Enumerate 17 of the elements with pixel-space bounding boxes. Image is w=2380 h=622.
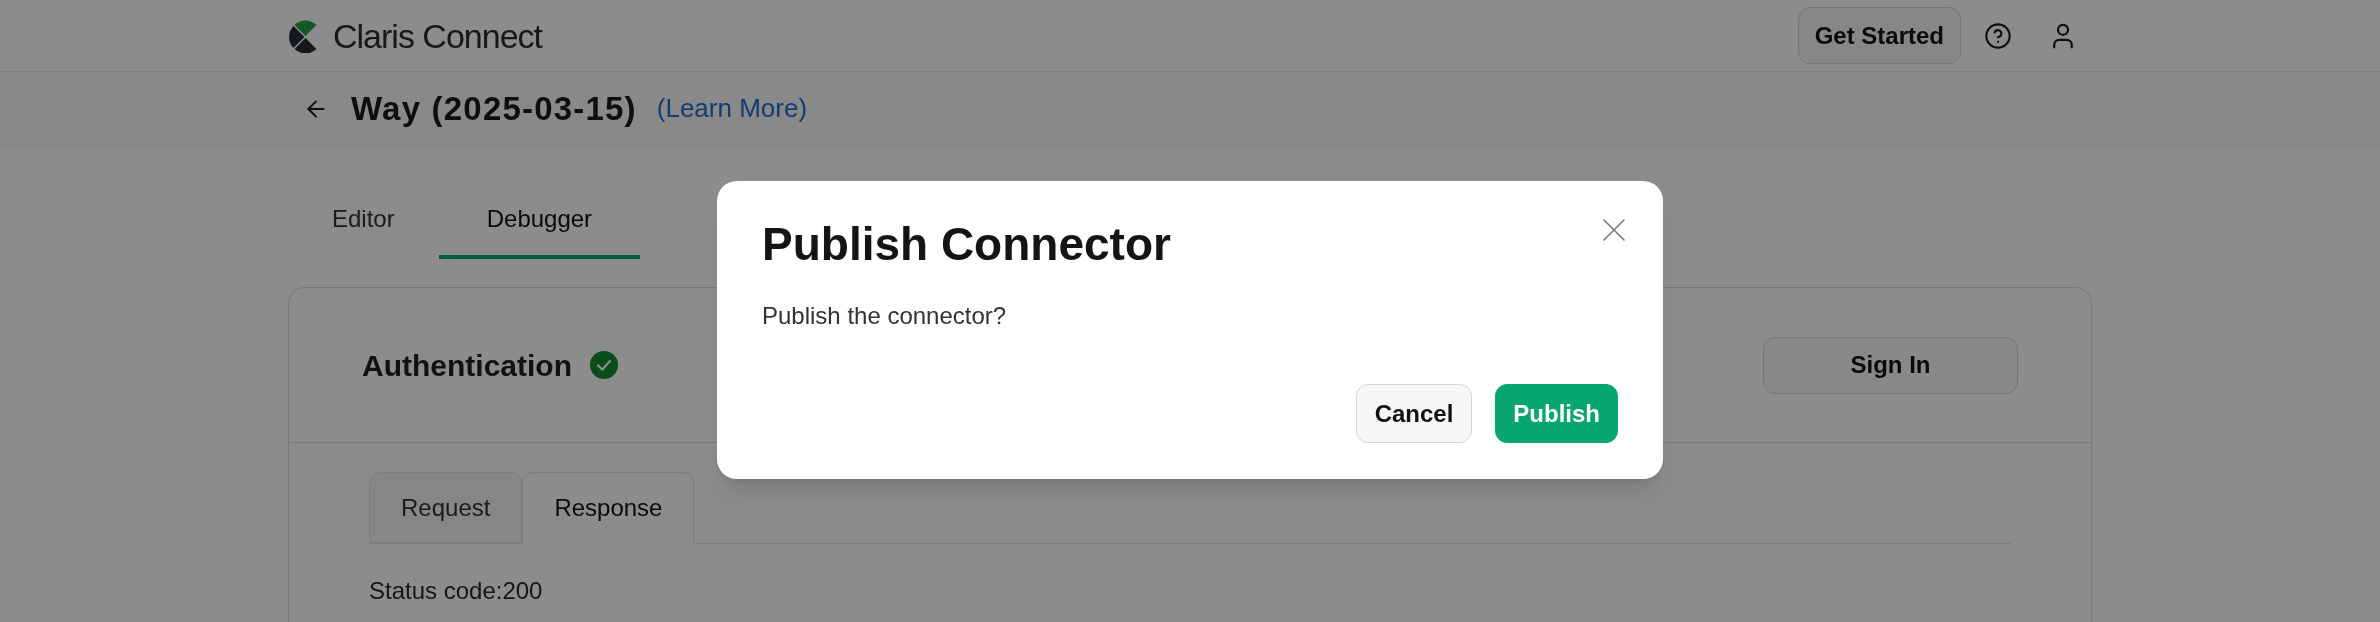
dialog-title: Publish Connector — [762, 217, 1171, 272]
subtab[interactable]: Response — [522, 472, 695, 544]
page-title: Way (2025-03-15) — [351, 88, 637, 129]
get-started-button[interactable]: Get Started — [1797, 7, 1961, 64]
sign-in-button[interactable]: Sign In — [1763, 336, 2018, 394]
status-code-text: Status code:200 — [369, 576, 543, 605]
publish-button[interactable]: Publish — [1495, 384, 1618, 443]
help-icon[interactable] — [1984, 21, 2012, 50]
subtab[interactable]: Request — [369, 472, 523, 543]
tab[interactable]: Editor — [288, 182, 439, 259]
section-title: Authentication — [362, 347, 572, 384]
dialog-message: Publish the connector? — [762, 301, 1007, 330]
logo-text: Claris Connect — [333, 18, 542, 53]
cancel-button[interactable]: Cancel — [1355, 384, 1473, 443]
tab[interactable]: Debugger — [438, 182, 641, 259]
learn-more-link[interactable]: (Learn More) — [656, 89, 808, 128]
close-icon[interactable] — [1603, 219, 1625, 241]
